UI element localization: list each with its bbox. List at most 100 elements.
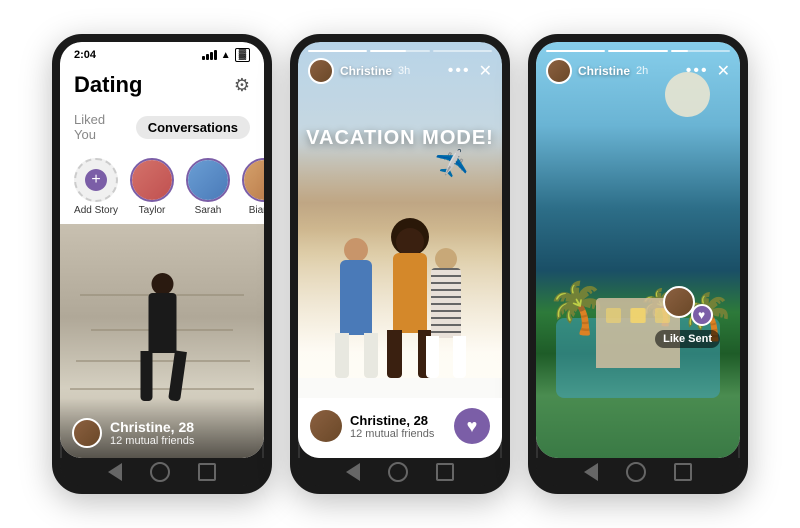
person-silhouette	[135, 273, 190, 403]
progress-fill-3a	[546, 50, 605, 52]
like-avatar-group: ♥	[663, 286, 713, 326]
vacation-mode-text: VACATION MODE!	[306, 127, 494, 149]
close-icon-2[interactable]: ✕	[479, 61, 492, 81]
story-user-info-3: Christine 2h	[546, 58, 648, 84]
app-title: Dating	[74, 72, 142, 98]
back-button-2[interactable]	[346, 463, 360, 481]
story-user-info-2: Christine 3h	[308, 58, 410, 84]
tab-row: Liked You Conversations	[60, 104, 264, 154]
story-bianca[interactable]: Bianca	[242, 158, 264, 216]
progress-fill-1	[308, 50, 367, 52]
card-mini-avatar	[72, 418, 102, 448]
story-username-3: Christine	[578, 64, 630, 78]
progress-bar-3b	[608, 50, 667, 52]
add-story-avatar: +	[74, 158, 118, 202]
sarah-avatar	[186, 158, 230, 202]
signal-icon	[202, 50, 217, 60]
phone-1-nav	[60, 458, 264, 486]
back-button-1[interactable]	[108, 463, 122, 481]
story-actions-2: ••• ✕	[448, 61, 492, 81]
phone-2-shell: VACATION MODE! ✈️	[290, 34, 510, 494]
bottom-user-info-2: Christine, 28 12 mutual friends	[310, 410, 434, 442]
phone-3-nav	[536, 458, 740, 486]
bianca-avatar	[242, 158, 264, 202]
progress-fill-3b	[608, 50, 667, 52]
bottom-name-2: Christine, 28	[350, 413, 434, 428]
recent-button-3[interactable]	[674, 463, 692, 481]
phone-1: 2:04 ▲ ▓ Dating ⚙ Li	[52, 34, 272, 494]
home-button-2[interactable]	[388, 462, 408, 482]
stories-row: + Add Story Taylor Sarah	[60, 154, 264, 224]
taylor-avatar	[130, 158, 174, 202]
more-options-icon-2[interactable]: •••	[448, 62, 471, 80]
progress-bar-3	[433, 50, 492, 52]
like-avatar-photo	[663, 286, 695, 318]
tab-liked-you[interactable]: Liked You	[74, 108, 126, 146]
bottom-avatar-2	[310, 410, 342, 442]
person-3	[421, 248, 471, 378]
story-header-3: Christine 2h ••• ✕	[536, 42, 740, 88]
bottom-text-2: Christine, 28 12 mutual friends	[350, 413, 434, 440]
app-header: Dating ⚙	[60, 66, 264, 104]
progress-bars-3	[546, 50, 730, 52]
home-button-3[interactable]	[626, 462, 646, 482]
phone-3: 🌴 🌴 🌴	[528, 34, 748, 494]
taylor-label: Taylor	[139, 205, 166, 216]
story-header-2: Christine 3h ••• ✕	[298, 42, 502, 88]
recent-button-1[interactable]	[198, 463, 216, 481]
person-1	[329, 238, 384, 378]
progress-bar-2	[370, 50, 429, 52]
back-button-3[interactable]	[584, 463, 598, 481]
like-button-2[interactable]: ♥	[454, 408, 490, 444]
like-sent-label: Like Sent	[655, 330, 720, 348]
story-top-row-3: Christine 2h ••• ✕	[546, 58, 730, 84]
card-person-name: Christine, 28	[110, 419, 194, 435]
story-avatar-3	[546, 58, 572, 84]
story-time-3: 2h	[636, 65, 648, 77]
card-info: Christine, 28 12 mutual friends	[60, 398, 264, 458]
phone-2: VACATION MODE! ✈️	[290, 34, 510, 494]
progress-bar-3a	[546, 50, 605, 52]
close-icon-3[interactable]: ✕	[717, 61, 730, 81]
add-plus-icon: +	[85, 169, 107, 191]
story-avatar-2	[308, 58, 334, 84]
progress-bars-2	[308, 50, 492, 52]
progress-fill-2	[370, 50, 406, 52]
like-sent-bubble: ♥ Like Sent	[655, 286, 720, 348]
phone-1-screen: 2:04 ▲ ▓ Dating ⚙ Li	[60, 42, 264, 458]
status-bar-1: 2:04 ▲ ▓	[60, 42, 264, 66]
story-taylor[interactable]: Taylor	[130, 158, 174, 216]
recent-button-2[interactable]	[436, 463, 454, 481]
like-heart-badge: ♥	[691, 304, 713, 326]
progress-fill-3c	[671, 50, 689, 52]
phone-1-shell: 2:04 ▲ ▓ Dating ⚙ Li	[52, 34, 272, 494]
battery-icon: ▓	[235, 48, 250, 62]
bottom-mutual-2: 12 mutual friends	[350, 428, 434, 440]
settings-icon[interactable]: ⚙	[234, 75, 250, 96]
phone-3-shell: 🌴 🌴 🌴	[528, 34, 748, 494]
story-time-2: 3h	[398, 65, 410, 77]
story-add[interactable]: + Add Story	[74, 158, 118, 216]
vacation-text-area: VACATION MODE!	[298, 127, 502, 150]
more-options-icon-3[interactable]: •••	[686, 62, 709, 80]
profile-card[interactable]: Christine, 28 12 mutual friends	[60, 224, 264, 458]
story-sarah[interactable]: Sarah	[186, 158, 230, 216]
sarah-label: Sarah	[195, 205, 222, 216]
story-username-2: Christine	[340, 64, 392, 78]
phone-3-screen: 🌴 🌴 🌴	[536, 42, 740, 458]
card-text: Christine, 28 12 mutual friends	[110, 419, 194, 447]
wifi-icon: ▲	[221, 50, 231, 61]
home-button-1[interactable]	[150, 462, 170, 482]
story-top-row-2: Christine 3h ••• ✕	[308, 58, 492, 84]
people-photo	[298, 128, 502, 378]
card-mutual-friends: 12 mutual friends	[110, 435, 194, 447]
story-actions-3: ••• ✕	[686, 61, 730, 81]
tab-conversations[interactable]: Conversations	[136, 116, 250, 139]
status-time: 2:04	[74, 49, 96, 61]
progress-bar-1	[308, 50, 367, 52]
add-story-label: Add Story	[74, 205, 118, 216]
bianca-label: Bianca	[249, 205, 264, 216]
status-icons: ▲ ▓	[202, 48, 250, 62]
story-bottom-card-2: Christine, 28 12 mutual friends ♥	[298, 398, 502, 458]
phone-2-screen: VACATION MODE! ✈️	[298, 42, 502, 458]
